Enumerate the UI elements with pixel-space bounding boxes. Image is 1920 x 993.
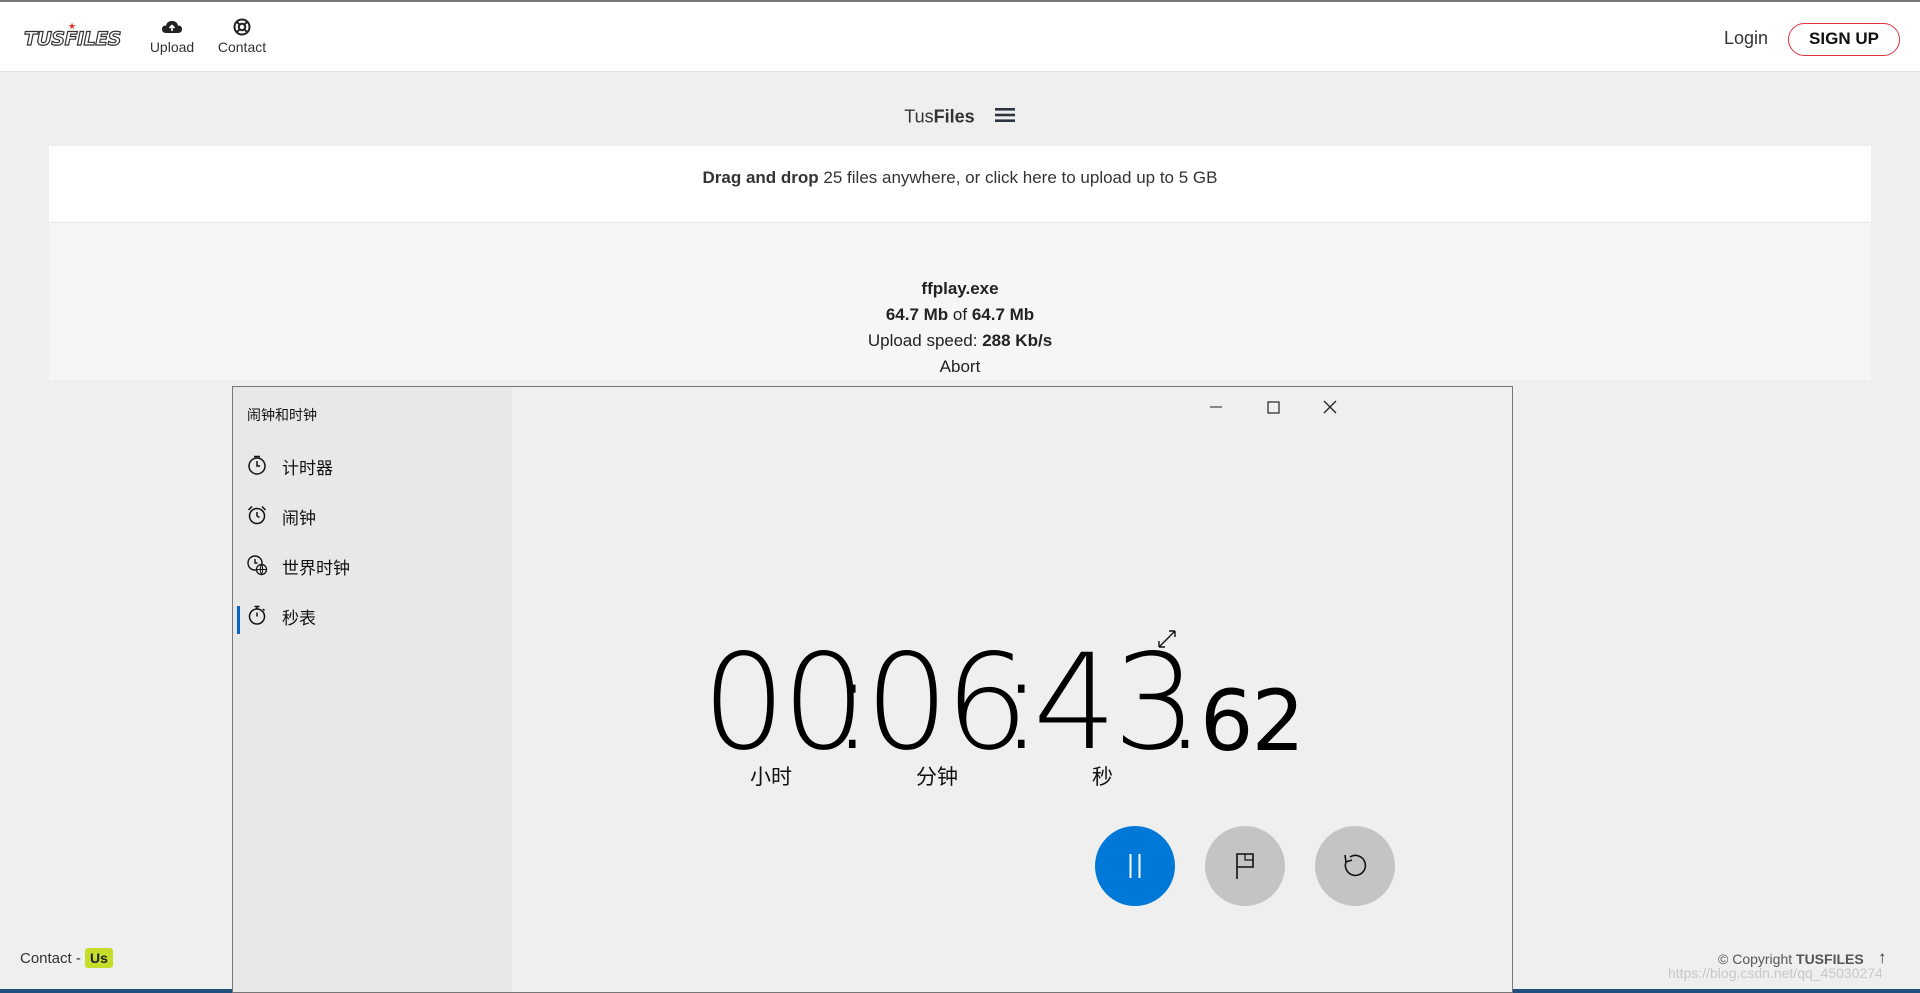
hamburger-menu-icon[interactable] [994, 106, 1016, 129]
sidebar-item-label: 秒表 [282, 609, 316, 629]
stopwatch-hundredths: 62 [1200, 672, 1305, 770]
upload-filename: ffplay.exe [921, 279, 999, 298]
sidebar-item-stopwatch[interactable]: 秒表 [233, 593, 512, 637]
upload-speed-label: Upload speed: [867, 331, 983, 350]
clock-sidebar: 闹钟和时钟 计时器 闹钟 世界时钟 秒表 [233, 387, 512, 992]
pause-button[interactable] [1095, 826, 1175, 906]
sidebar-item-alarm[interactable]: 闹钟 [233, 493, 512, 537]
sidebar-item-label: 计时器 [282, 459, 333, 479]
logo-star-icon: ★ [68, 22, 76, 32]
time-decimal-point: . [1164, 626, 1206, 780]
cloud-upload-icon [162, 21, 182, 33]
minimize-icon [1210, 406, 1222, 408]
timer-icon [246, 454, 268, 481]
brand-header: TusFiles [0, 106, 1920, 129]
sidebar-item-label: 世界时钟 [282, 559, 350, 579]
abort-link[interactable]: Abort [49, 357, 1871, 377]
footer-us-badge[interactable]: Us [85, 948, 113, 968]
active-indicator [237, 606, 240, 634]
signup-button[interactable]: SIGN UP [1788, 23, 1900, 56]
stopwatch-panel: 00 : 06 : 43 . 62 小时 分钟 秒 [512, 387, 1512, 992]
drop-zone[interactable]: Drag and drop 25 files anywhere, or clic… [49, 146, 1871, 223]
footer-contact-text: Contact - [20, 950, 86, 967]
top-navbar: TUSFILES ★ Upload Contact Login SIGN UP [0, 0, 1920, 72]
window-title: 闹钟和时钟 [247, 408, 317, 424]
lifebuoy-icon [233, 18, 251, 36]
close-button[interactable] [1310, 395, 1350, 419]
uploaded-size: 64.7 Mb [885, 305, 949, 324]
close-icon [1323, 400, 1337, 414]
maximize-button[interactable] [1253, 395, 1293, 419]
flag-icon [1236, 853, 1254, 879]
unit-hours: 小时 [750, 765, 792, 789]
footer-contact[interactable]: Contact - Us [20, 948, 113, 968]
upload-size: 64.7 Mb of 64.7 Mb [49, 305, 1871, 325]
upload-speed-value: 288 Kb/s [982, 331, 1053, 350]
unit-seconds: 秒 [1092, 765, 1113, 789]
abort-label[interactable]: Abort [940, 357, 981, 376]
reset-button[interactable] [1315, 826, 1395, 906]
drop-zone-text: 25 files anywhere, or click here to uplo… [818, 168, 1218, 187]
world-clock-icon [246, 554, 268, 581]
lap-button[interactable] [1205, 826, 1285, 906]
sidebar-item-world-clock[interactable]: 世界时钟 [233, 543, 512, 587]
alarm-icon [246, 504, 268, 531]
login-link[interactable]: Login [1724, 28, 1768, 49]
total-size: 64.7 Mb [971, 305, 1035, 324]
nav-contact[interactable]: Contact [207, 18, 277, 55]
sidebar-item-timer[interactable]: 计时器 [233, 443, 512, 487]
watermark-text: https://blog.csdn.net/qq_45030274 [1668, 965, 1883, 981]
sidebar-item-label: 闹钟 [282, 509, 316, 529]
pause-icon [1129, 854, 1141, 878]
unit-minutes: 分钟 [916, 765, 958, 789]
brand-prefix: Tus [904, 106, 934, 127]
nav-contact-label: Contact [217, 39, 267, 55]
stopwatch-icon [246, 604, 268, 631]
drop-zone-bold: Drag and drop [702, 168, 819, 187]
of-word: of [948, 305, 972, 324]
nav-upload-label: Upload [149, 39, 195, 55]
clock-app-window: 闹钟和时钟 计时器 闹钟 世界时钟 秒表 00: 06: 43 . 62 小… [232, 386, 1513, 993]
upload-progress-panel: ffplay.exe 64.7 Mb of 64.7 Mb Upload spe… [49, 223, 1871, 380]
brand-bold: Files [933, 106, 975, 127]
maximize-icon [1267, 401, 1280, 414]
upload-speed: Upload speed: 288 Kb/s [49, 331, 1871, 351]
site-logo[interactable]: TUSFILES ★ [23, 22, 122, 51]
reset-icon [1344, 854, 1367, 877]
minimize-button[interactable] [1196, 395, 1236, 419]
nav-upload[interactable]: Upload [137, 18, 207, 55]
